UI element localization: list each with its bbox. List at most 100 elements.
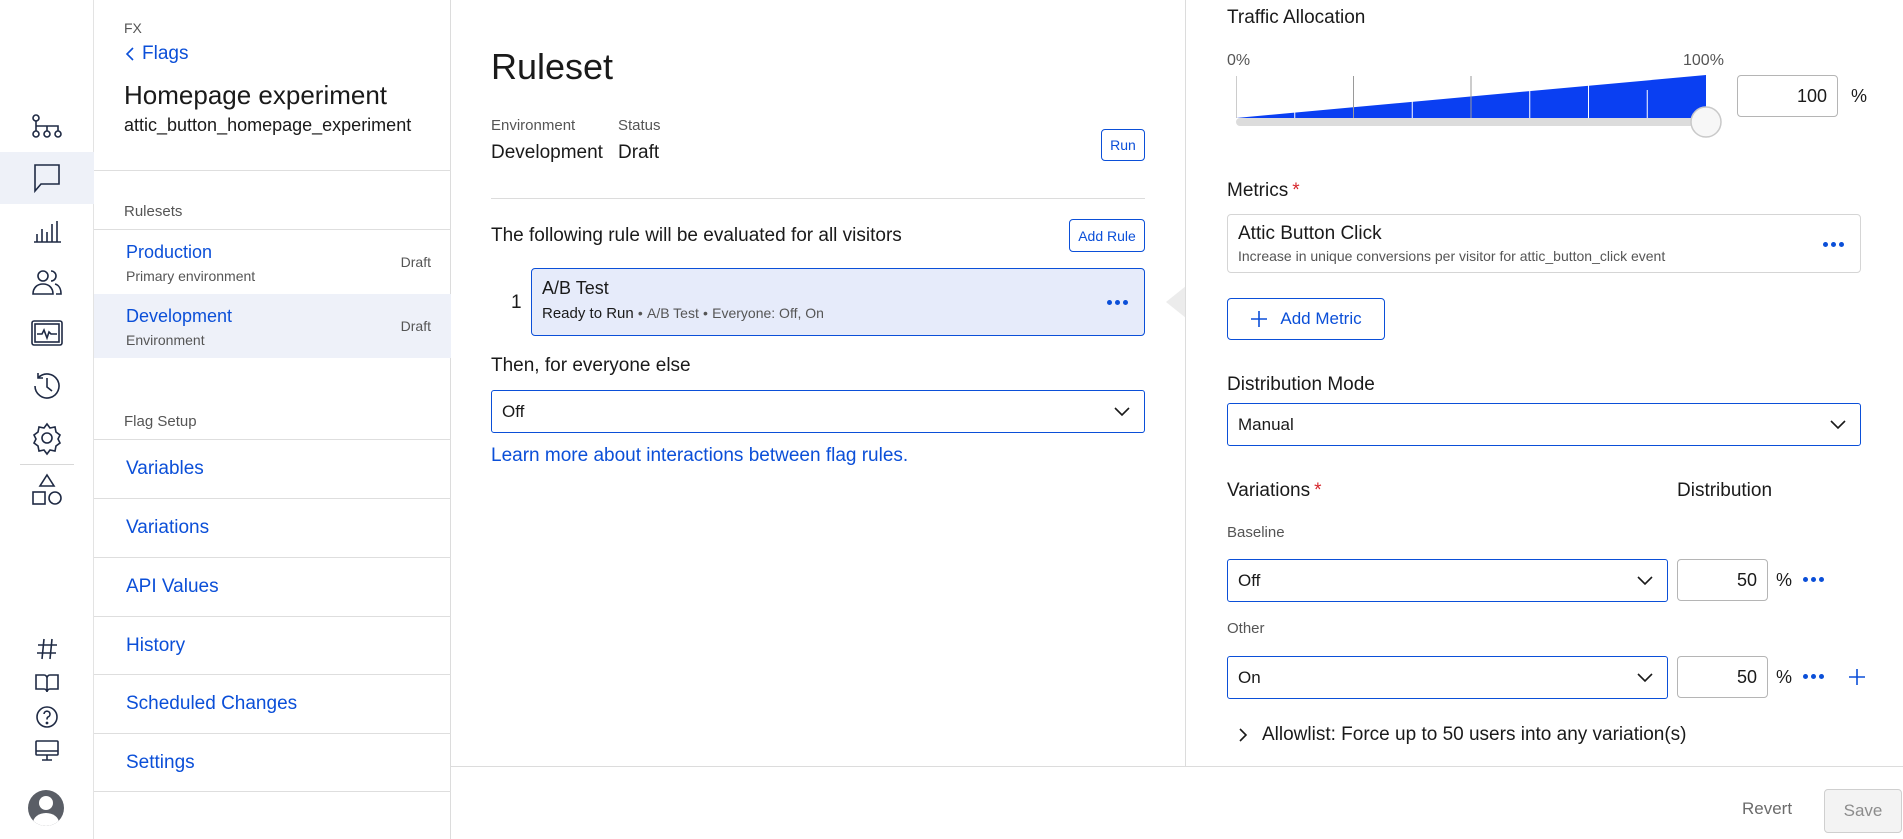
traffic-max-label: 100% — [1683, 52, 1724, 69]
chevron-down-icon — [1114, 406, 1130, 416]
run-button[interactable]: Run — [1101, 129, 1145, 161]
sidebar-item-api-values[interactable]: API Values — [94, 557, 451, 616]
required-mark: * — [1292, 180, 1300, 201]
flag-setup-heading: Flag Setup — [124, 413, 197, 430]
avatar-icon[interactable] — [28, 790, 64, 826]
allowlist-toggle[interactable]: Allowlist: Force up to 50 users into any… — [1238, 724, 1687, 746]
separator: • — [703, 305, 708, 321]
add-metric-button[interactable]: Add Metric — [1227, 298, 1385, 340]
sidebar-item-development[interactable]: Development Environment Draft — [94, 294, 451, 358]
traffic-min-label: 0% — [1227, 52, 1251, 69]
rules-heading: The following rule will be evaluated for… — [491, 225, 902, 246]
shapes-icon[interactable] — [0, 464, 94, 516]
slider-track — [1236, 118, 1706, 126]
required-mark: * — [1314, 480, 1322, 501]
status-value: Draft — [618, 142, 660, 163]
learn-more-link[interactable]: Learn more about interactions between fl… — [491, 445, 908, 467]
divider — [94, 170, 451, 171]
traffic-allocation-slider[interactable] — [1236, 70, 1736, 150]
rule-card[interactable]: A/B Test Ready to Run • A/B Test • Every… — [531, 268, 1145, 336]
product-label: FX — [124, 20, 142, 36]
allowlist-label: Allowlist: Force up to 50 users into any… — [1262, 724, 1687, 745]
select-value: Manual — [1238, 414, 1294, 434]
slider-handle[interactable] — [1690, 106, 1722, 138]
percent-sign: % — [1851, 86, 1868, 106]
rule-index: 1 — [511, 292, 522, 313]
metric-name: Attic Button Click — [1238, 223, 1382, 244]
select-value: Off — [1238, 570, 1261, 590]
book-icon[interactable] — [0, 668, 94, 698]
sidebar-item-settings[interactable]: Settings — [94, 733, 451, 792]
sidebar-item-production[interactable]: Production Primary environment Draft — [94, 230, 451, 294]
monitor-pulse-icon[interactable] — [0, 308, 94, 360]
add-variation-icon[interactable] — [1847, 667, 1867, 687]
more-options-icon[interactable] — [1107, 300, 1128, 305]
hash-icon[interactable] — [0, 634, 94, 664]
else-variation-select[interactable]: Off — [491, 390, 1145, 433]
add-rule-button[interactable]: Add Rule — [1069, 219, 1145, 252]
chevron-down-icon — [1637, 575, 1653, 585]
env-status: Draft — [400, 318, 431, 334]
gear-icon[interactable] — [0, 412, 94, 464]
help-icon[interactable] — [0, 702, 94, 732]
other-distribution-input[interactable]: 50 — [1677, 656, 1768, 698]
chevron-left-icon — [125, 47, 134, 61]
back-to-flags-link[interactable]: Flags — [124, 43, 188, 65]
separator: • — [637, 305, 643, 321]
status-label: Status — [618, 117, 661, 134]
sidebar-item-variables[interactable]: Variables — [94, 439, 451, 498]
action-footer: Revert Save — [451, 766, 1903, 839]
select-value: Off — [502, 401, 525, 421]
more-options-icon[interactable] — [1803, 674, 1824, 679]
more-options-icon[interactable] — [1823, 242, 1844, 247]
plus-icon — [1251, 311, 1268, 327]
revert-button[interactable]: Revert — [1742, 799, 1792, 819]
distribution-mode-select[interactable]: Manual — [1227, 403, 1861, 446]
desktop-icon[interactable] — [0, 736, 94, 766]
setup-label: Scheduled Changes — [126, 693, 298, 714]
setup-label: History — [126, 635, 186, 656]
metric-card[interactable]: Attic Button Click Increase in unique co… — [1227, 214, 1861, 273]
bar-chart-icon[interactable] — [0, 204, 94, 256]
rulesets-heading: Rulesets — [124, 203, 183, 220]
save-button[interactable]: Save — [1824, 789, 1902, 833]
variation-group-label: Baseline — [1227, 524, 1285, 541]
rule-name: A/B Test — [542, 278, 609, 298]
rule-type: A/B Test — [646, 305, 699, 321]
sidebar-item-variations[interactable]: Variations — [94, 498, 451, 557]
environment-value: Development — [491, 142, 603, 163]
distribution-mode-label: Distribution Mode — [1227, 374, 1375, 395]
icon-rail — [0, 0, 94, 839]
chevron-right-icon — [1239, 728, 1248, 742]
history-icon[interactable] — [0, 360, 94, 412]
other-variation-select[interactable]: On — [1227, 656, 1668, 699]
rule-config-panel: Traffic Allocation 0% 100% 100 % Metrics… — [1185, 0, 1903, 766]
select-value: On — [1238, 667, 1261, 687]
traffic-percent-input[interactable]: 100 — [1737, 75, 1838, 117]
flag-key: attic_button_homepage_experiment — [124, 115, 412, 135]
setup-label: API Values — [126, 576, 219, 597]
page-title: Ruleset — [491, 46, 614, 87]
baseline-variation-select[interactable]: Off — [1227, 559, 1668, 602]
rule-audience: Everyone: Off, On — [712, 305, 824, 321]
sidebar-item-scheduled-changes[interactable]: Scheduled Changes — [94, 674, 451, 733]
panel-pointer — [1166, 286, 1186, 318]
distribution-label: Distribution — [1677, 480, 1773, 501]
env-desc: Primary environment — [126, 268, 256, 284]
env-desc: Environment — [126, 332, 205, 348]
setup-label: Variables — [126, 458, 204, 479]
divider — [491, 198, 1145, 199]
baseline-distribution-input[interactable]: 50 — [1677, 559, 1768, 601]
rule-status: Ready to Run — [542, 305, 634, 322]
variations-label: Variations * — [1227, 480, 1322, 502]
more-options-icon[interactable] — [1803, 577, 1824, 582]
flow-icon[interactable] — [0, 100, 94, 152]
sidebar-item-history[interactable]: History — [94, 616, 451, 675]
env-name: Production — [126, 242, 213, 262]
flag-sidebar: FX Flags Homepage experiment attic_butto… — [94, 0, 451, 839]
variations-label-text: Variations — [1227, 480, 1311, 501]
flag-icon[interactable] — [0, 152, 94, 204]
percent-sign: % — [1776, 667, 1793, 687]
metrics-label: Metrics * — [1227, 180, 1300, 202]
users-icon[interactable] — [0, 256, 94, 308]
